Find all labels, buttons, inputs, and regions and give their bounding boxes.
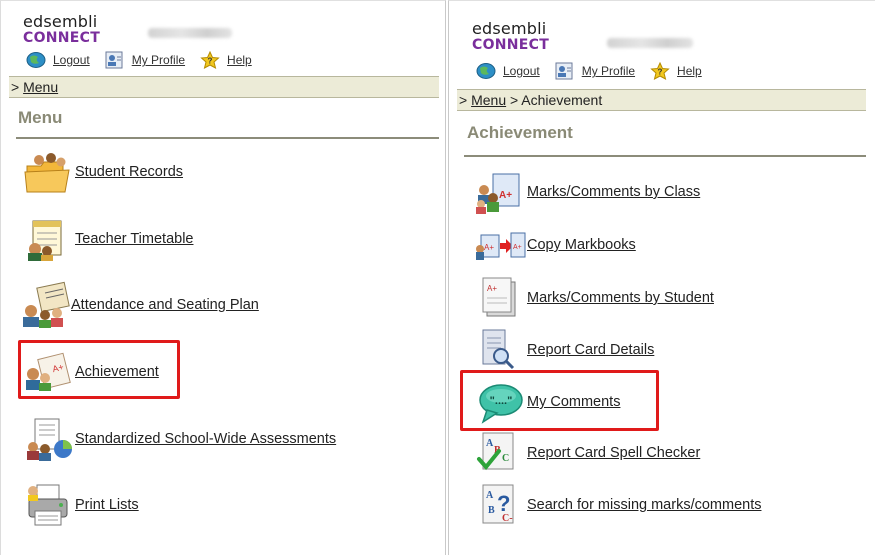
my-profile-link[interactable]: My Profile [132,53,185,67]
menu-item-spell-checker[interactable]: ABC Report Card Spell Checker [475,429,700,477]
help-link[interactable]: Help [227,53,252,67]
logo-text-edsembli: edsembli [472,19,547,38]
copy-markbook-icon: A+ A+ [475,221,527,269]
logo-text-connect: CONNECT [472,37,550,53]
achievement-panel: edsembli CONNECT Logout My Profile ? Hel… [448,0,875,555]
logo-text-connect: CONNECT [23,30,101,46]
logout-link[interactable]: Logout [53,53,90,67]
report-card-search-icon [475,326,527,374]
menu-item-marks-by-class[interactable]: A+ Marks/Comments by Class [475,168,700,216]
breadcrumb-separator: > [459,92,468,108]
folder-students-icon [23,148,75,196]
menu-item-report-card-details[interactable]: Report Card Details [475,326,654,374]
report-card-spell-checker-link[interactable]: Report Card Spell Checker [527,445,700,461]
svg-text:?: ? [208,57,213,66]
menu-item-copy-markbooks[interactable]: A+ A+ Copy Markbooks [475,221,636,269]
svg-text:A+: A+ [513,244,522,251]
student-marks-icon: A+ [475,274,527,322]
user-links: Logout My Profile ? Help [475,61,716,80]
page-title: Menu [18,108,63,127]
menu-item-student-records[interactable]: Student Records [23,148,183,196]
marks-comments-by-class-link[interactable]: Marks/Comments by Class [527,184,700,200]
help-star-icon[interactable]: ? [649,61,671,80]
profile-id-icon[interactable] [104,51,126,69]
svg-text:A: A [486,490,494,501]
copy-markbooks-link[interactable]: Copy Markbooks [527,237,636,253]
breadcrumb-menu-link[interactable]: Menu [23,79,58,95]
svg-text:B: B [488,505,495,516]
svg-text:A+: A+ [487,284,497,293]
logout-globe-icon[interactable] [475,62,497,80]
breadcrumb-separator: > [11,79,20,95]
blurred-username [607,38,693,48]
edsembli-logo: edsembli CONNECT [472,19,550,53]
breadcrumb-menu-link[interactable]: Menu [471,92,506,108]
timetable-icon [23,215,75,263]
help-link[interactable]: Help [677,64,702,78]
title-divider [16,137,439,139]
my-profile-link[interactable]: My Profile [582,64,635,78]
menu-item-assessments[interactable]: Standardized School-Wide Assessments [23,415,336,463]
logout-globe-icon[interactable] [25,51,47,69]
page-title: Achievement [467,123,573,142]
marks-comments-by-student-link[interactable]: Marks/Comments by Student [527,290,714,306]
teacher-timetable-link[interactable]: Teacher Timetable [75,231,193,247]
report-card-details-link[interactable]: Report Card Details [527,342,654,358]
menu-item-attendance[interactable]: Attendance and Seating Plan [19,281,259,329]
printer-icon [23,481,75,529]
menu-item-marks-by-student[interactable]: A+ Marks/Comments by Student [475,274,714,322]
menu-item-teacher-timetable[interactable]: Teacher Timetable [23,215,193,263]
blurred-username [148,28,232,38]
help-star-icon[interactable]: ? [199,50,221,69]
user-links: Logout My Profile ? Help [25,50,266,69]
menu-item-print-lists[interactable]: Print Lists [23,481,139,529]
title-divider [464,155,866,157]
print-lists-link[interactable]: Print Lists [75,497,139,513]
search-missing-marks-link[interactable]: Search for missing marks/comments [527,497,761,513]
svg-text:?: ? [497,491,510,516]
missing-marks-search-icon: A B C-? [475,481,527,529]
svg-text:?: ? [658,68,663,77]
profile-id-icon[interactable] [554,62,576,80]
spell-check-icon: ABC [475,429,527,477]
breadcrumb-current: > Achievement [510,92,603,108]
my-comments-highlight-box [460,370,659,431]
svg-text:A+: A+ [484,243,494,252]
breadcrumb: > Menu [9,76,439,98]
assessment-chart-icon [23,415,75,463]
achievement-highlight-box [18,340,180,399]
menu-item-search-missing[interactable]: A B C-? Search for missing marks/comments [475,481,761,529]
student-records-link[interactable]: Student Records [75,164,183,180]
attendance-seating-link[interactable]: Attendance and Seating Plan [71,297,259,313]
logout-link[interactable]: Logout [503,64,540,78]
svg-text:C: C [502,453,509,464]
svg-text:A: A [486,438,494,449]
standardized-assessments-link[interactable]: Standardized School-Wide Assessments [75,431,336,447]
breadcrumb: > Menu > Achievement [457,89,866,111]
svg-text:A+: A+ [499,190,512,201]
logo-text-edsembli: edsembli [23,12,98,31]
class-marks-icon: A+ [475,168,527,216]
menu-panel: edsembli CONNECT Logout My Profile ? Hel… [0,0,446,555]
attendance-icon [19,281,71,329]
edsembli-logo: edsembli CONNECT [23,12,101,46]
